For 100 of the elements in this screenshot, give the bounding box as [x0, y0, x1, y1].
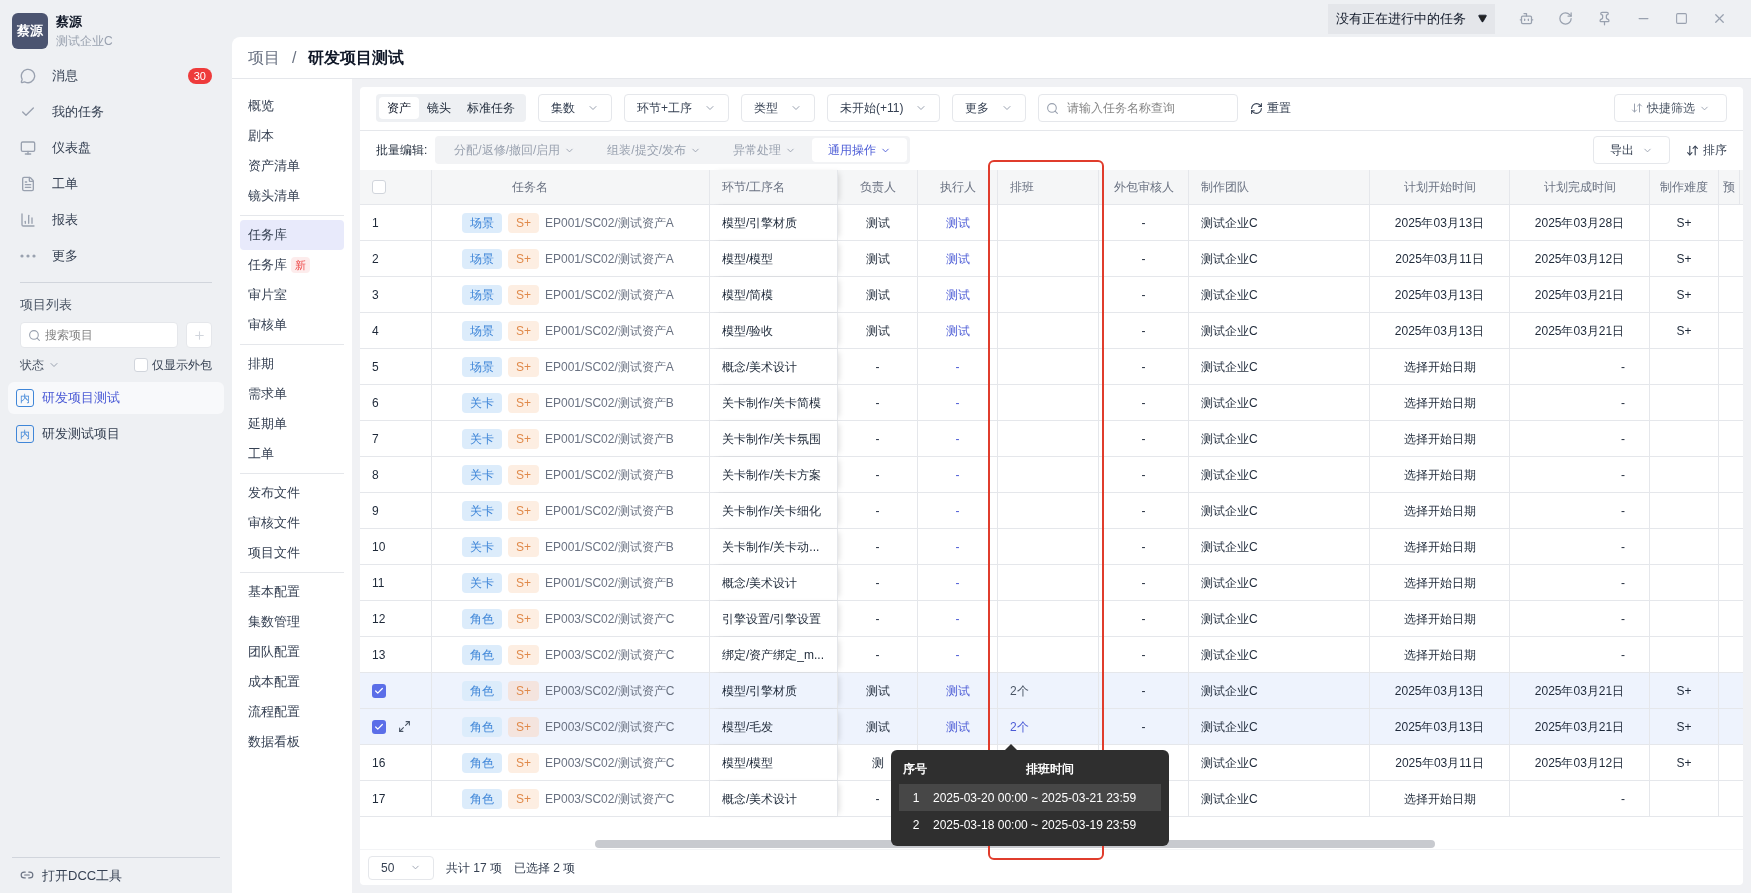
assignee-link[interactable]: - [918, 529, 998, 565]
subnav-item[interactable]: 数据看板 [240, 727, 344, 757]
subnav-item[interactable]: 延期单 [240, 409, 344, 439]
table-row[interactable]: 2 场景 S+ EP001/SC02/测试资产A 模型/模型 测试 测试 - 测试企业C 2025年03月11日 2025年03月12日 S+ [360, 241, 1743, 278]
nav-item[interactable]: 我的任务 [8, 93, 224, 130]
filter-dropdown[interactable]: 未开始(+11) [827, 94, 941, 123]
type-tag: 场景 [462, 212, 502, 233]
tab[interactable]: 镜头 [419, 97, 459, 120]
assignee-link[interactable]: - [918, 421, 998, 457]
search-field[interactable]: 搜索项目 [20, 322, 178, 348]
subnav-item[interactable]: 发布文件 [240, 478, 344, 508]
project-item[interactable]: 内 研发项目测试 [8, 382, 224, 414]
table-row[interactable]: 1 场景 S+ EP001/SC02/测试资产A 模型/引擎材质 测试 测试 - 测试企业C 2025年03月13日 2025年03月28日 S+ [360, 205, 1743, 242]
pin-icon[interactable] [1597, 11, 1612, 26]
table-cell: 测试企业C [1189, 529, 1370, 565]
filter-dropdown[interactable]: 更多 [952, 94, 1027, 123]
table-row[interactable]: 8 关卡 S+ EP001/SC02/测试资产B 关卡制作/关卡方案 - - - 测试企业C 选择开始日期 - [360, 457, 1743, 494]
schedule-link[interactable]: 2个 [998, 709, 1099, 745]
table-row[interactable]: 10 关卡 S+ EP001/SC02/测试资产B 关卡制作/关卡动... - - - 测试企业C 选择开始日期 - [360, 529, 1743, 566]
subnav-item[interactable]: 集数管理 [240, 607, 344, 637]
nav-item[interactable]: 仪表盘 [8, 129, 224, 166]
assignee-link[interactable]: 测试 [918, 673, 998, 709]
maximize-icon[interactable] [1675, 12, 1688, 25]
assignee-link[interactable]: - [918, 457, 998, 493]
schedule-link[interactable]: 2个 [998, 673, 1099, 709]
table-row[interactable]: 9 关卡 S+ EP001/SC02/测试资产B 关卡制作/关卡细化 - - - 测试企业C 选择开始日期 - [360, 493, 1743, 530]
assignee-link[interactable]: - [918, 637, 998, 673]
page-size-dropdown[interactable]: 50 [368, 855, 434, 880]
assignee-link[interactable]: 测试 [918, 241, 998, 277]
table-row[interactable]: 3 场景 S+ EP001/SC02/测试资产A 模型/简模 测试 测试 - 测试企业C 2025年03月13日 2025年03月21日 S+ [360, 277, 1743, 314]
assignee-link[interactable]: - [918, 493, 998, 529]
close-icon[interactable] [1712, 11, 1727, 26]
assignee-link[interactable]: - [918, 565, 998, 601]
nav-item[interactable]: 消息 30 [8, 57, 224, 94]
assignee-link[interactable]: - [918, 601, 998, 637]
subnav-item[interactable]: 审核单 [240, 310, 344, 340]
table-row[interactable]: 12 角色 S+ EP003/SC02/测试资产C 引擎设置/引擎设置 - - - 测试企业C 选择开始日期 - [360, 601, 1743, 638]
subnav-item[interactable]: 需求单 [240, 379, 344, 409]
select-all-checkbox[interactable] [372, 180, 386, 195]
subnav-item[interactable]: 团队配置 [240, 637, 344, 667]
subnav-item[interactable]: 资产清单 [240, 151, 344, 181]
assignee-link[interactable]: 测试 [918, 709, 998, 745]
table-row[interactable]: 11 关卡 S+ EP001/SC02/测试资产B 概念/美术设计 - - - 测试企业C 选择开始日期 - [360, 565, 1743, 602]
task-status-dropdown[interactable]: 没有正在进行中的任务 [1328, 3, 1495, 34]
export-button[interactable]: 导出 [1593, 136, 1670, 165]
assignee-link[interactable]: 测试 [918, 205, 998, 241]
dcc-tool-button[interactable]: 打开DCC工具 [8, 865, 224, 885]
filter-dropdown[interactable]: 环节+工序 [624, 94, 729, 123]
subnav-item[interactable]: 概览 [240, 91, 344, 121]
batch-action-dropdown[interactable]: 通用操作 [812, 138, 908, 163]
subnav-item[interactable]: 流程配置 [240, 697, 344, 727]
subnav-item[interactable]: 审片室 [240, 280, 344, 310]
grade-tag: S+ [508, 788, 539, 809]
table-cell: - [1099, 241, 1189, 277]
expand-icon[interactable] [398, 720, 411, 734]
table-row[interactable]: 5 场景 S+ EP001/SC02/测试资产A 概念/美术设计 - - - 测试企业C 选择开始日期 - [360, 349, 1743, 386]
quick-filter-button[interactable]: 快捷筛选 [1614, 94, 1727, 123]
reset-button[interactable]: 重置 [1250, 99, 1292, 118]
table-row[interactable]: 13 角色 S+ EP003/SC02/测试资产C 绑定/资产绑定_m... - - - 测试企业C 选择开始日期 - [360, 637, 1743, 674]
row-checkbox[interactable] [372, 719, 386, 734]
filter-dropdown[interactable]: 集数 [538, 94, 612, 123]
breadcrumb-link[interactable]: 项目 [248, 45, 280, 70]
subnav-item[interactable]: 镜头清单 [240, 181, 344, 211]
row-checkbox[interactable] [372, 683, 386, 698]
robot-icon[interactable] [1519, 11, 1534, 26]
nav-item[interactable]: 更多 [8, 237, 224, 274]
table-row[interactable]: 7 关卡 S+ EP001/SC02/测试资产B 关卡制作/关卡氛围 - - - 测试企业C 选择开始日期 - [360, 421, 1743, 458]
table-row[interactable]: 4 场景 S+ EP001/SC02/测试资产A 模型/验收 测试 测试 - 测试企业C 2025年03月13日 2025年03月21日 S+ [360, 313, 1743, 350]
status-dropdown[interactable]: 状态 [20, 356, 60, 374]
tab[interactable]: 标准任务 [459, 97, 523, 120]
subnav-item[interactable]: 排期 [240, 349, 344, 379]
add-button[interactable] [186, 322, 212, 348]
assignee-link[interactable]: - [918, 349, 998, 385]
filter-dropdown[interactable]: 类型 [741, 94, 815, 123]
table-row[interactable]: 6 关卡 S+ EP001/SC02/测试资产B 关卡制作/关卡简模 - - - 测试企业C 选择开始日期 - [360, 385, 1743, 422]
nav-item[interactable]: 工单 [8, 165, 224, 202]
refresh-icon[interactable] [1558, 11, 1573, 26]
subnav-item[interactable]: 项目文件 [240, 538, 344, 568]
subnav-item[interactable]: 任务库 [240, 220, 344, 250]
subnav-item[interactable]: 审核文件 [240, 508, 344, 538]
assignee-link[interactable]: - [918, 385, 998, 421]
nav-item[interactable]: 报表 [8, 201, 224, 238]
assignee-link[interactable]: 测试 [918, 277, 998, 313]
subnav-item[interactable]: 基本配置 [240, 577, 344, 607]
subnav-item[interactable]: 剧本 [240, 121, 344, 151]
subnav-item[interactable]: 工单 [240, 439, 344, 469]
assignee-link[interactable]: 测试 [918, 313, 998, 349]
tab[interactable]: 资产 [379, 97, 419, 120]
sort-button[interactable]: 排序 [1686, 141, 1727, 160]
table-row[interactable]: 角色 S+ EP003/SC02/测试资产C 模型/引擎材质 测试 测试 2个 - 测试企业C 2025年03月13日 2025年03月21日 S+ [360, 673, 1743, 710]
subnav-item[interactable]: 任务库 新 [240, 250, 344, 280]
table-row[interactable]: 角色 S+ EP003/SC02/测试资产C 模型/毛发 测试 测试 2个 - 测试企业C 2025年03月13日 2025年03月21日 S+ [360, 709, 1743, 746]
task-name: EP001/SC02/测试资产B [545, 430, 674, 448]
workspace-name: 蔡源 [56, 13, 83, 31]
subnav-item[interactable]: 成本配置 [240, 667, 344, 697]
task-search-field[interactable]: 请输入任务名称查询 [1038, 94, 1239, 123]
project-item[interactable]: 内 研发测试项目 [8, 418, 224, 450]
table-cell: 测试 [838, 277, 918, 313]
table-cell: S+ [1650, 709, 1719, 745]
checkbox[interactable] [134, 358, 148, 372]
